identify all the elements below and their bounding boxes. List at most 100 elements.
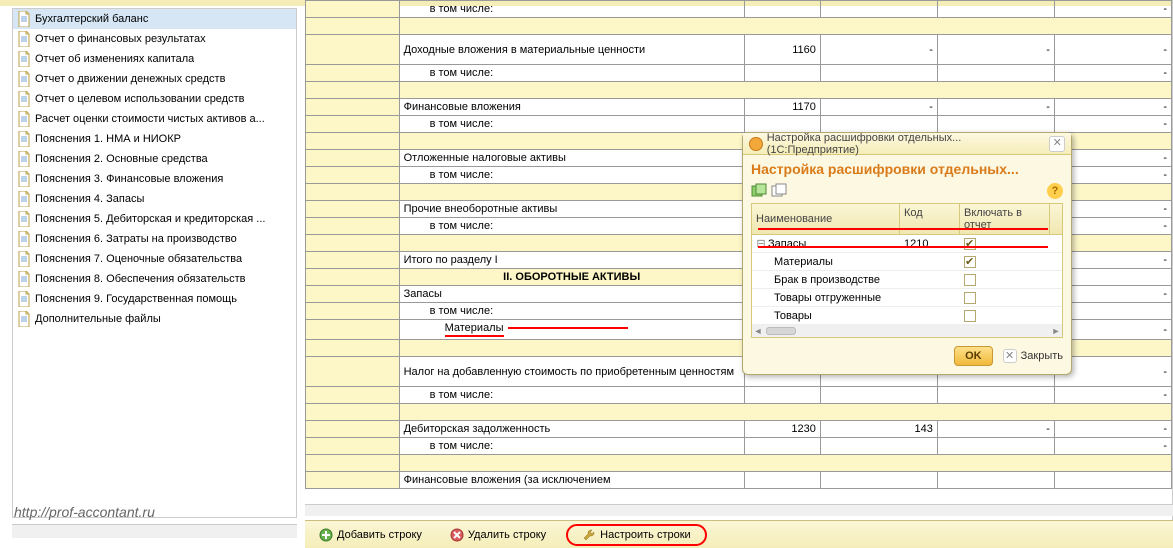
sidebar-item[interactable]: Бухгалтерский баланс <box>13 9 296 29</box>
sidebar-item[interactable]: Пояснения 3. Финансовые вложения <box>13 169 296 189</box>
row-value[interactable]: - <box>1054 1 1171 18</box>
row-label[interactable]: Запасы <box>399 286 744 303</box>
row-code[interactable] <box>744 1 820 18</box>
sidebar-item[interactable]: Пояснения 8. Обеспечения обязательств <box>13 269 296 289</box>
row-value[interactable]: - <box>1054 65 1171 82</box>
row-label[interactable]: в том числе: <box>399 65 744 82</box>
sidebar-item[interactable]: Отчет о целевом использовании средств <box>13 89 296 109</box>
row-label[interactable]: в том числе: <box>399 303 744 320</box>
row-value[interactable]: - <box>1054 421 1171 438</box>
dialog-hscrollbar[interactable]: ◄► <box>752 325 1062 337</box>
include-checkbox[interactable] <box>964 292 976 304</box>
sidebar-item[interactable]: Пояснения 1. НМА и НИОКР <box>13 129 296 149</box>
row-code[interactable] <box>744 472 820 489</box>
row-code[interactable] <box>744 387 820 404</box>
sidebar-item[interactable]: Расчет оценки стоимости чистых активов а… <box>13 109 296 129</box>
row-code[interactable] <box>744 438 820 455</box>
sidebar-item[interactable]: Отчет о движении денежных средств <box>13 69 296 89</box>
sidebar-item[interactable]: Пояснения 7. Оценочные обязательства <box>13 249 296 269</box>
row-label[interactable]: в том числе: <box>399 1 744 18</box>
row-value[interactable]: - <box>1054 116 1171 133</box>
sidebar-item-label: Пояснения 6. Затраты на производство <box>35 233 237 245</box>
help-icon[interactable]: ? <box>1047 183 1063 199</box>
main-scrollbar[interactable] <box>305 504 1173 516</box>
remove-row-button[interactable]: Удалить строку <box>442 526 554 544</box>
include-checkbox[interactable] <box>964 256 976 268</box>
row-code[interactable] <box>744 116 820 133</box>
row-value[interactable]: - <box>937 421 1054 438</box>
row-value[interactable] <box>820 116 937 133</box>
dialog-row[interactable]: Материалы <box>752 253 1062 271</box>
row-value[interactable] <box>1054 472 1171 489</box>
sidebar-item[interactable]: Пояснения 5. Дебиторская и кредиторская … <box>13 209 296 229</box>
plus-icon <box>319 528 333 542</box>
sidebar-item[interactable]: Дополнительные файлы <box>13 309 296 329</box>
row-value[interactable]: - <box>937 99 1054 116</box>
row-label[interactable]: Материалы <box>399 320 744 340</box>
configure-rows-button[interactable]: Настроить строки <box>566 524 707 546</box>
row-value[interactable] <box>820 1 937 18</box>
ok-button[interactable]: OK <box>954 346 993 366</box>
row-value[interactable]: - <box>1054 438 1171 455</box>
sidebar-item-label: Пояснения 4. Запасы <box>35 193 144 205</box>
row-label[interactable]: Финансовые вложения <box>399 99 744 116</box>
row-value[interactable] <box>937 472 1054 489</box>
sidebar-item[interactable]: Пояснения 2. Основные средства <box>13 149 296 169</box>
dialog-row[interactable]: Брак в производстве <box>752 271 1062 289</box>
row-value[interactable] <box>820 438 937 455</box>
sidebar-item-label: Пояснения 7. Оценочные обязательства <box>35 253 242 265</box>
sidebar-item-label: Пояснения 5. Дебиторская и кредиторская … <box>35 213 265 225</box>
tree-collapse-icon[interactable]: ⊟ <box>756 237 766 250</box>
include-checkbox[interactable] <box>964 274 976 286</box>
row-label[interactable]: Доходные вложения в материальные ценност… <box>399 35 744 65</box>
dialog-row[interactable]: Товары <box>752 307 1062 325</box>
row-value[interactable]: - <box>1054 99 1171 116</box>
row-label[interactable]: Итого по разделу I <box>399 252 744 269</box>
row-value[interactable] <box>937 1 1054 18</box>
row-value[interactable]: - <box>820 99 937 116</box>
row-value[interactable] <box>820 65 937 82</box>
row-value[interactable]: - <box>937 35 1054 65</box>
row-label[interactable]: Дебиторская задолженность <box>399 421 744 438</box>
row-label[interactable]: Прочие внеоборотные активы <box>399 201 744 218</box>
include-checkbox[interactable] <box>964 310 976 322</box>
row-value[interactable] <box>937 65 1054 82</box>
dialog-row[interactable]: ⊟Запасы1210 <box>752 235 1062 253</box>
row-value[interactable] <box>937 387 1054 404</box>
row-value[interactable]: - <box>820 35 937 65</box>
sidebar-item-label: Бухгалтерский баланс <box>35 13 148 25</box>
row-label[interactable]: Отложенные налоговые активы <box>399 150 744 167</box>
row-value[interactable]: - <box>1054 387 1171 404</box>
row-label[interactable]: в том числе: <box>399 387 744 404</box>
dialog-titlebar[interactable]: Настройка расшифровки отдельных... (1С:П… <box>743 133 1071 155</box>
row-label[interactable]: в том числе: <box>399 116 744 133</box>
row-code[interactable]: 1170 <box>744 99 820 116</box>
sidebar-item[interactable]: Пояснения 6. Затраты на производство <box>13 229 296 249</box>
sidebar-item[interactable]: Пояснения 9. Государственная помощь <box>13 289 296 309</box>
row-label[interactable]: Налог на добавленную стоимость по приобр… <box>399 357 744 387</box>
row-value[interactable] <box>937 116 1054 133</box>
row-label[interactable]: Финансовые вложения (за исключением <box>399 472 744 489</box>
collapse-tree-icon[interactable] <box>771 183 787 199</box>
expand-tree-icon[interactable] <box>751 183 767 199</box>
row-label[interactable]: в том числе: <box>399 218 744 235</box>
row-value[interactable] <box>820 387 937 404</box>
sidebar: Бухгалтерский баланс Отчет о финансовых р… <box>12 8 297 518</box>
row-code[interactable]: 1160 <box>744 35 820 65</box>
row-value[interactable]: - <box>1054 35 1171 65</box>
row-label[interactable]: в том числе: <box>399 167 744 184</box>
dialog-row[interactable]: Товары отгруженные <box>752 289 1062 307</box>
close-button[interactable]: ✕ Закрыть <box>1003 349 1063 363</box>
sidebar-item[interactable]: Отчет о финансовых результатах <box>13 29 296 49</box>
row-code[interactable] <box>744 65 820 82</box>
dialog-close-icon[interactable]: ✕ <box>1049 136 1065 152</box>
sidebar-item[interactable]: Отчет об изменениях капитала <box>13 49 296 69</box>
row-value[interactable] <box>937 438 1054 455</box>
sidebar-item[interactable]: Пояснения 4. Запасы <box>13 189 296 209</box>
row-code[interactable]: 1230 <box>744 421 820 438</box>
row-value[interactable] <box>820 472 937 489</box>
add-row-button[interactable]: Добавить строку <box>311 526 430 544</box>
row-value[interactable]: 143 <box>820 421 937 438</box>
sidebar-scrollbar[interactable] <box>12 524 297 538</box>
row-label[interactable]: в том числе: <box>399 438 744 455</box>
